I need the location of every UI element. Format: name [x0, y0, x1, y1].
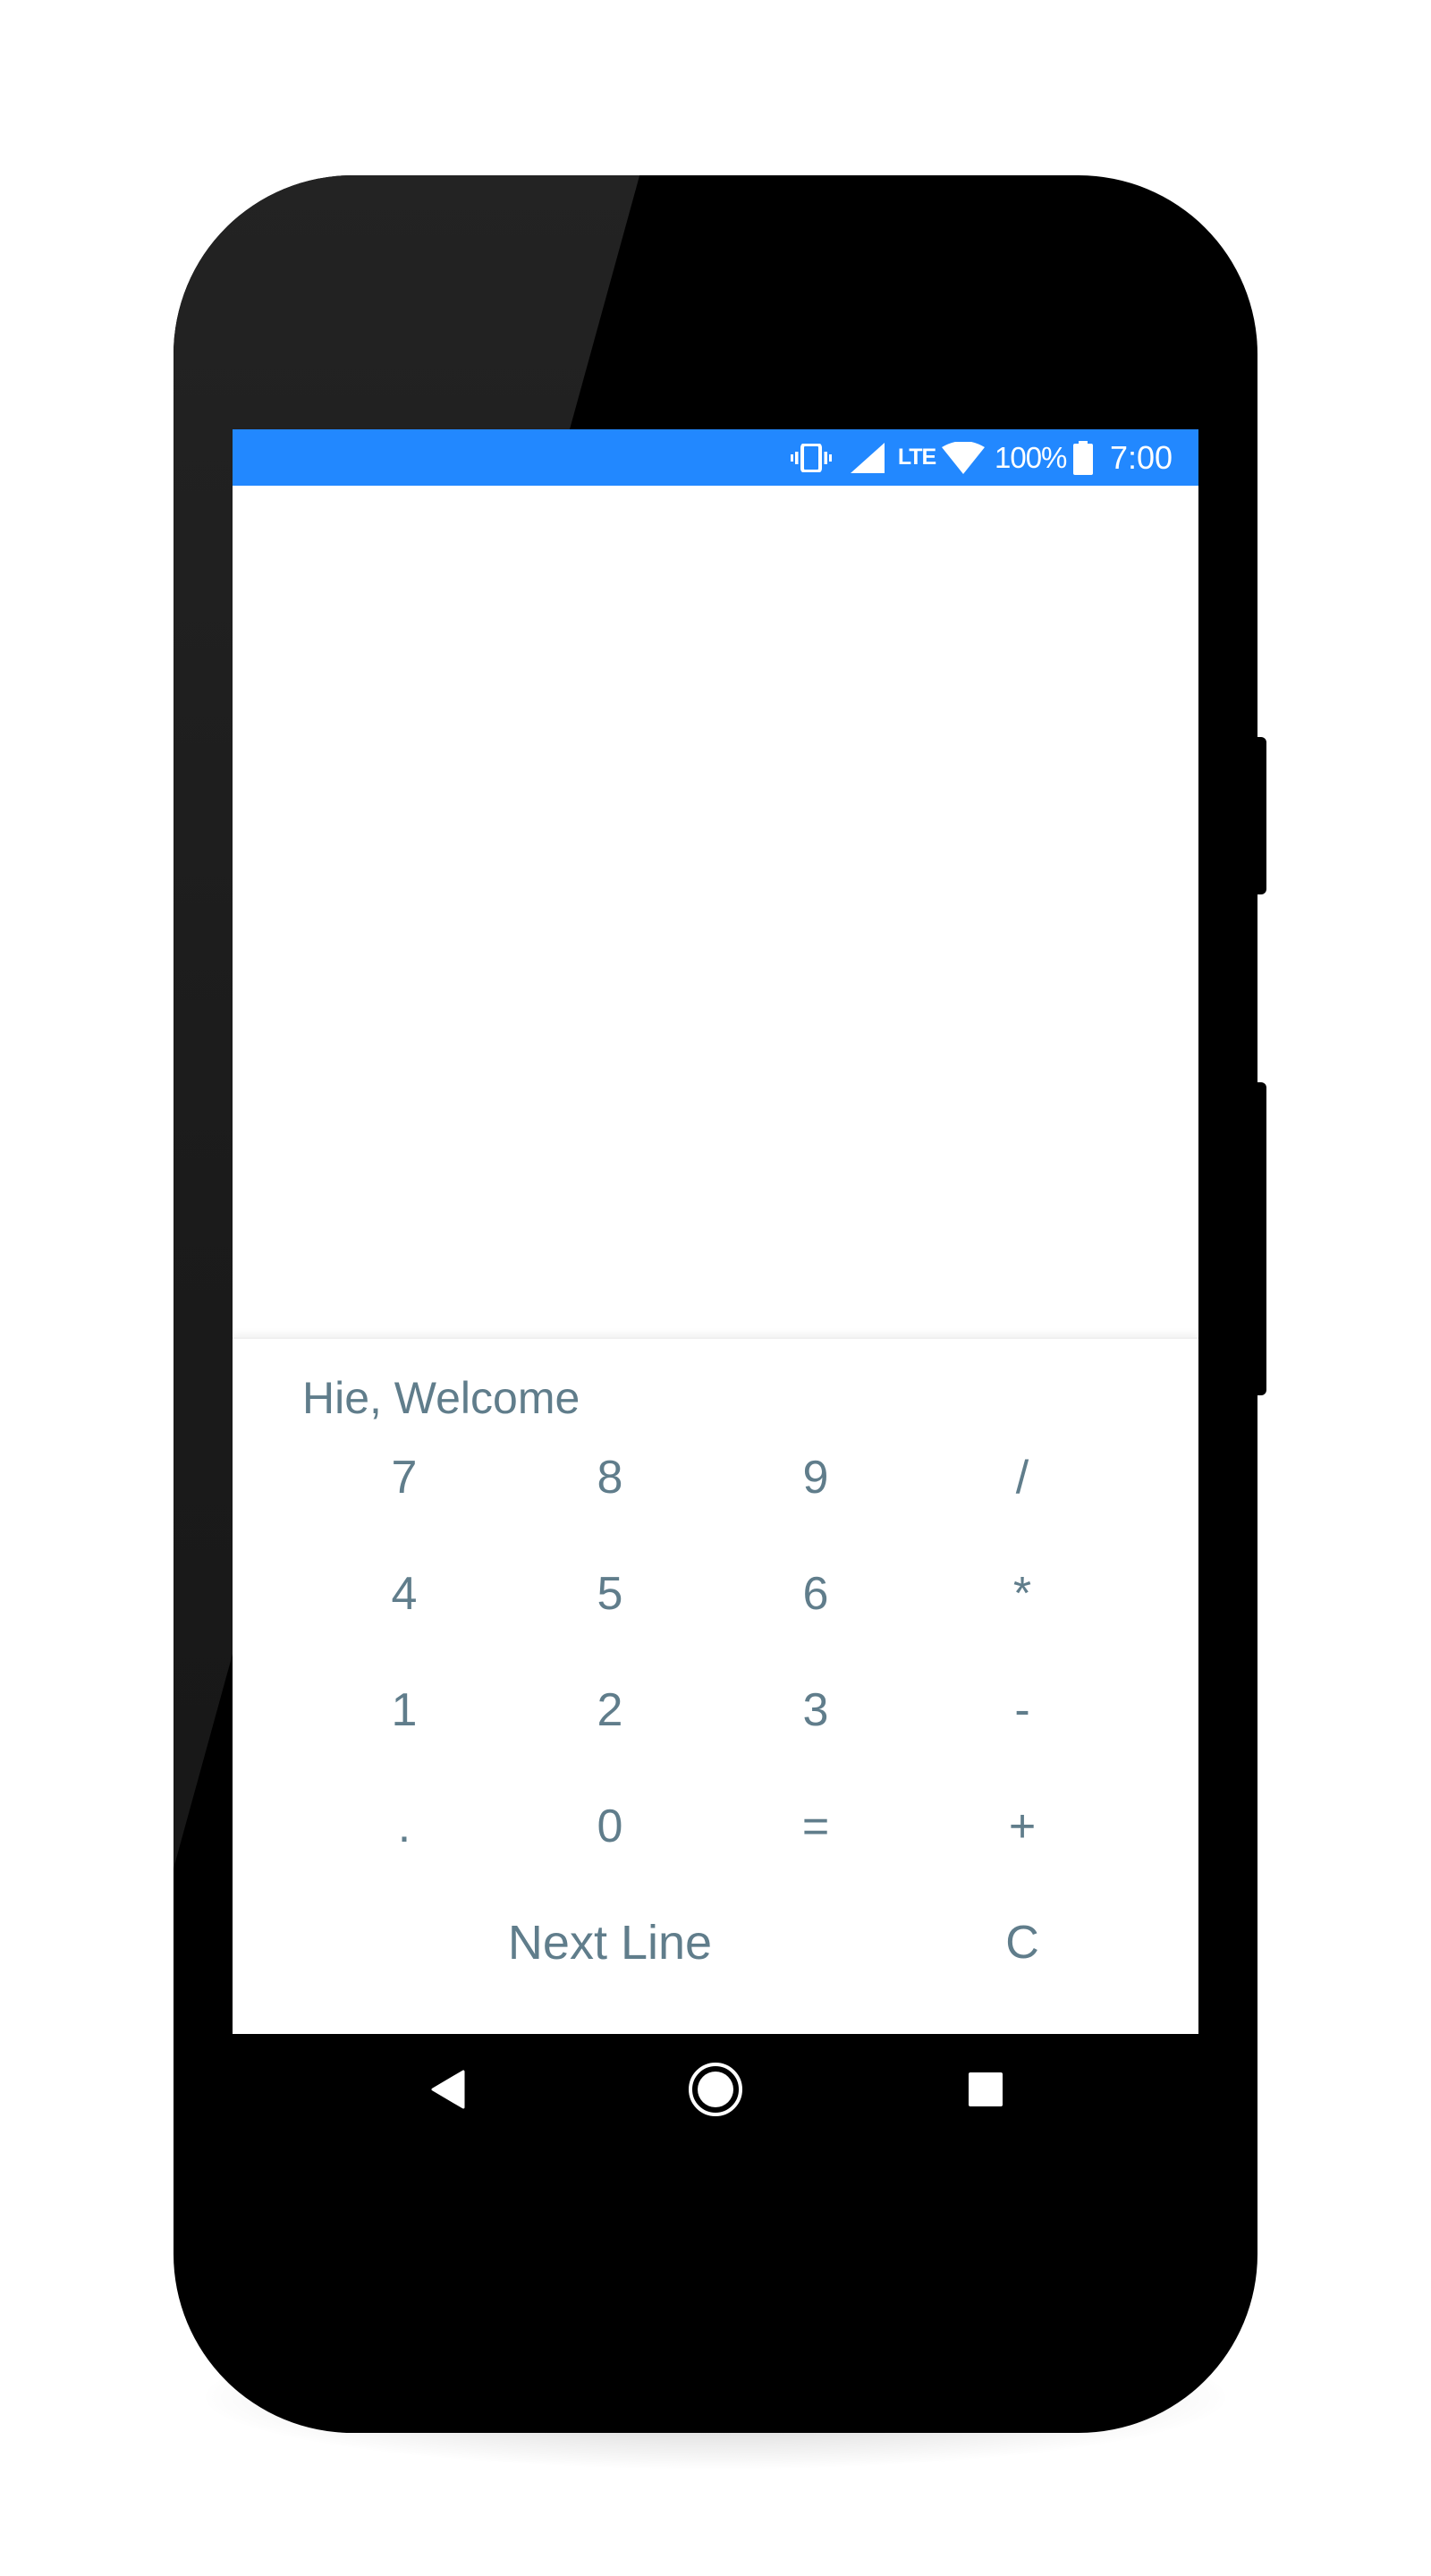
home-icon[interactable]	[680, 2054, 751, 2125]
keypad-panel: Hie, Welcome 7 8 9 / 4 5 6 * 1 2 3 - . 0…	[233, 1337, 1198, 2034]
wifi-icon	[938, 429, 988, 486]
key-1[interactable]: 1	[315, 1665, 494, 1755]
back-icon[interactable]	[411, 2063, 483, 2116]
key-7[interactable]: 7	[315, 1433, 494, 1522]
key-8[interactable]: 8	[521, 1433, 699, 1522]
key-4[interactable]: 4	[315, 1549, 494, 1639]
key-0[interactable]: 0	[521, 1782, 699, 1871]
key-5[interactable]: 5	[521, 1549, 699, 1639]
key-2[interactable]: 2	[521, 1665, 699, 1755]
vibrate-icon	[789, 429, 834, 486]
cellular-signal-icon	[848, 429, 887, 486]
key-subtract[interactable]: -	[933, 1665, 1112, 1755]
output-area	[233, 486, 1198, 1395]
power-button	[1256, 737, 1266, 894]
status-bar: LTE 100% 7:00	[233, 429, 1198, 486]
key-9[interactable]: 9	[726, 1433, 905, 1522]
key-3[interactable]: 3	[726, 1665, 905, 1755]
key-multiply[interactable]: *	[933, 1549, 1112, 1639]
recents-icon[interactable]	[950, 2057, 1021, 2122]
key-divide[interactable]: /	[933, 1433, 1112, 1522]
key-add[interactable]: +	[933, 1782, 1112, 1871]
welcome-text: Hie, Welcome	[302, 1373, 580, 1423]
key-equals[interactable]: =	[726, 1782, 905, 1871]
volume-button	[1256, 1082, 1266, 1395]
next-line-button[interactable]: Next Line	[422, 1898, 798, 1987]
battery-icon	[1071, 429, 1096, 486]
status-time: 7:00	[1110, 439, 1173, 476]
clear-button[interactable]: C	[933, 1898, 1112, 1987]
battery-percent: 100%	[995, 441, 1067, 474]
device-screen: LTE 100% 7:00 Hie, Welcome 7 8 9 / 4 5 6…	[233, 429, 1198, 2034]
lte-icon: LTE	[897, 445, 936, 470]
key-6[interactable]: 6	[726, 1549, 905, 1639]
key-decimal[interactable]: .	[315, 1782, 494, 1871]
